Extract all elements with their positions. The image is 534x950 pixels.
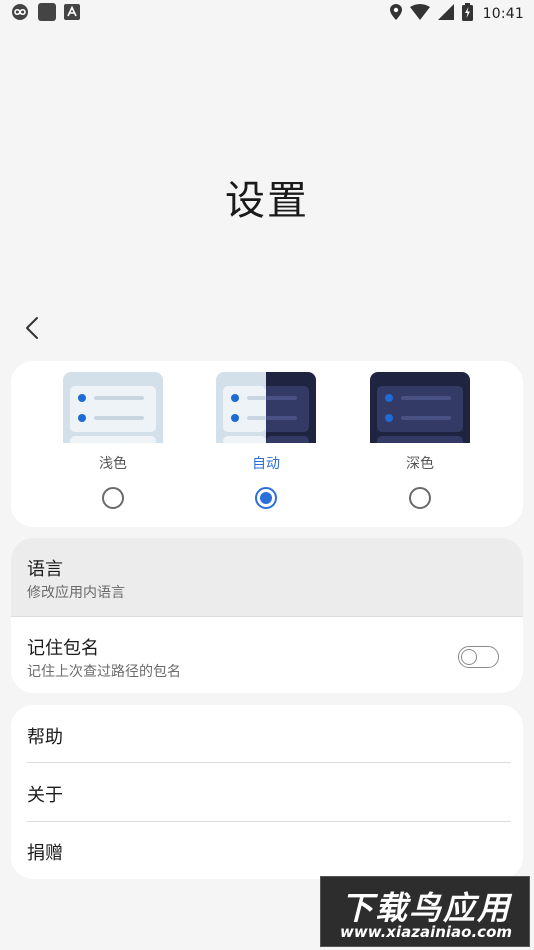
watermark: 下载鸟应用 www.xiazainiao.com [320, 876, 530, 947]
help-row[interactable]: 帮助 [11, 705, 523, 763]
theme-card: 浅色 自动 深色 [11, 361, 523, 527]
back-button[interactable] [18, 316, 46, 344]
radio-auto[interactable] [255, 487, 277, 509]
theme-option-auto[interactable]: 自动 [211, 371, 321, 521]
theme-option-light[interactable]: 浅色 [58, 371, 168, 521]
remember-package-subtitle: 记住上次查过路径的包名 [27, 664, 181, 680]
language-title: 语言 [27, 559, 63, 580]
radio-light[interactable] [102, 487, 124, 509]
donate-row[interactable]: 捐赠 [11, 821, 523, 879]
theme-option-dark[interactable]: 深色 [365, 371, 475, 521]
signal-icon [437, 4, 454, 24]
donate-label: 捐赠 [27, 843, 63, 864]
status-right: 10:41 [389, 3, 524, 25]
theme-label-light: 浅色 [99, 456, 127, 472]
theme-label-dark: 深色 [406, 456, 434, 472]
info-card: 帮助 关于 捐赠 [11, 705, 523, 879]
light-theme-preview [63, 372, 163, 443]
radio-selected-dot [260, 492, 272, 504]
language-row[interactable]: 语言 修改应用内语言 [11, 538, 523, 616]
wifi-icon [409, 4, 430, 24]
infinity-icon [10, 4, 30, 24]
dark-theme-preview [370, 372, 470, 443]
about-label: 关于 [27, 785, 63, 806]
about-row[interactable]: 关于 [11, 763, 523, 821]
toggle-knob [461, 648, 477, 665]
letter-a-icon [64, 4, 80, 24]
settings-card: 语言 修改应用内语言 记住包名 记住上次查过路径的包名 [11, 538, 523, 693]
page-title: 设置 [225, 178, 309, 224]
remember-package-title: 记住包名 [27, 638, 99, 659]
square-icon [38, 3, 56, 25]
help-label: 帮助 [27, 727, 63, 748]
location-icon [389, 4, 402, 24]
language-subtitle: 修改应用内语言 [27, 585, 125, 601]
watermark-url: www.xiazainiao.com [339, 923, 513, 941]
radio-dark[interactable] [409, 487, 431, 509]
remember-package-row[interactable]: 记住包名 记住上次查过路径的包名 [11, 616, 523, 693]
battery-charging-icon [461, 3, 473, 25]
status-time: 10:41 [482, 6, 524, 22]
theme-label-auto: 自动 [252, 456, 280, 472]
status-bar: 10:41 [0, 0, 534, 28]
auto-theme-preview [216, 372, 316, 443]
status-left [10, 3, 80, 25]
remember-package-toggle[interactable] [458, 646, 499, 668]
chevron-left-icon [24, 316, 40, 344]
